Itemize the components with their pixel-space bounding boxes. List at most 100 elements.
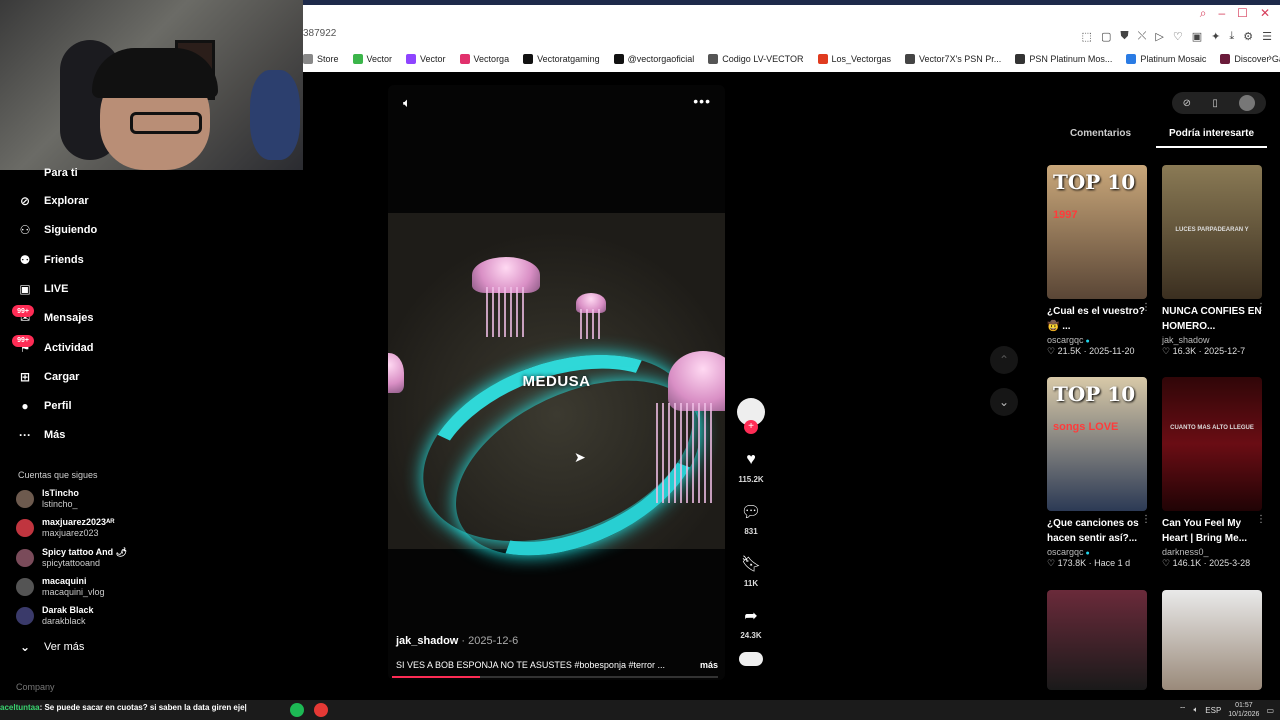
sidebar-item-explorar[interactable]: ⊘ Explorar [18,194,89,208]
bookmark-item[interactable]: Vectoratgaming [523,54,600,64]
notifications-icon[interactable]: ▭ [1266,706,1274,715]
like-button[interactable]: ♥ 115.2K [733,446,769,484]
translate-icon[interactable]: ⤬ [1138,30,1147,43]
video-author[interactable]: jak_shadow [396,635,458,647]
creator-avatar-button[interactable]: + [733,398,769,434]
minimize-icon[interactable]: – [1218,6,1225,21]
follow-plus-icon[interactable]: + [744,420,758,434]
recommended-video-card[interactable] [1047,590,1151,690]
company-link[interactable]: Company [16,682,55,692]
extension-icon[interactable]: ▢ [1101,30,1111,43]
video-description-line: SI VES A BOB ESPONJA NO TE ASUSTES #bobe… [396,660,718,670]
settings-icon[interactable]: ⚙ [1243,30,1253,43]
menu-icon[interactable]: ☰ [1262,30,1272,43]
following-account[interactable]: macaquini macaquini_vlog [16,576,105,598]
spotify-icon[interactable] [290,703,304,717]
chat-message: : Se puede sacar en cuotas? si saben la … [39,703,247,712]
sidebar-item-mensajes[interactable]: ✉ 99+ Mensajes [12,305,94,325]
close-icon[interactable]: ✕ [1260,6,1270,21]
video-frame[interactable]: MEDUSA ➤ [388,213,725,591]
user-avatar[interactable] [1239,95,1256,111]
save-button[interactable]: 🔖︎ 11K [733,550,769,588]
bookmark-item[interactable]: Platinum Mosaic [1126,54,1206,64]
bookmark-item[interactable]: Codigo LV-VECTOR [708,54,804,64]
bookmark-item[interactable]: Vector7X's PSN Pr... [905,54,1001,64]
sidebar-item-perfil[interactable]: ● Perfil [18,399,71,413]
language-indicator[interactable]: ESP [1205,706,1221,715]
sidebar-item-label: Cargar [44,370,80,383]
sidebar-item-cargar[interactable]: ⊞ Cargar [18,370,80,384]
puzzle-icon[interactable]: ✦ [1211,30,1220,43]
bookmark-favicon-icon [303,54,313,64]
account-name: Darak Black [42,605,94,616]
more-options-icon[interactable]: ⋮ [1256,302,1266,313]
tab-comments[interactable]: Comentarios [1045,128,1156,148]
compass-icon[interactable]: ⊘ [1183,98,1191,109]
recommended-video-card[interactable]: CUANTO MAS ALTO LLEGUE Can You Feel My He… [1162,377,1266,569]
recommended-video-card[interactable]: TOP 10 songs LOVE ¿Que canciones os hacen … [1047,377,1151,569]
device-icon[interactable]: ▯ [1212,98,1218,109]
see-more-button[interactable]: ⌄ Ver más [18,640,84,654]
volume-icon[interactable]: 🔈︎ [1193,705,1198,715]
play-icon[interactable]: ▷ [1155,30,1163,43]
bookmark-item[interactable]: Vectorga [459,54,509,64]
tab-recommended[interactable]: Podría interesarte [1156,128,1267,148]
heart-icon: ♥ [746,451,756,468]
more-link[interactable]: más [700,660,718,670]
following-account[interactable]: Spicy tattoo And 🌶 spicytattooand [16,547,127,569]
next-video-button[interactable]: ⌄ [990,388,1018,416]
favorite-icon[interactable]: ♡ [1173,30,1183,43]
volume-icon[interactable]: 🔈︎ [403,95,411,111]
sidebar-item-for-you[interactable]: Para ti [18,166,78,180]
address-bar[interactable]: 387922 [303,28,336,46]
bookmark-item[interactable]: Vector [406,54,446,64]
more-options-icon[interactable]: ⋮ [1141,302,1151,313]
app-icon[interactable] [314,703,328,717]
sidebar-item-label: Mensajes [44,312,94,325]
sidebar-item-live[interactable]: ▣ LIVE [18,282,68,296]
clock[interactable]: 01:57 10/1/2026 [1228,701,1259,719]
video-progress[interactable] [392,676,718,678]
more-options-icon[interactable]: ⋮ [1141,514,1151,525]
verified-icon: ● [1083,550,1090,557]
recommended-meta: ♡ 16.3K · 2025-12-7 [1162,346,1266,357]
recommended-author[interactable]: oscargqc [1047,335,1084,345]
sidebar-item-siguiendo[interactable]: ⚇ Siguiendo [18,223,98,237]
previous-video-button[interactable]: ⌃ [990,346,1018,374]
maximize-icon[interactable]: ☐ [1237,6,1248,21]
bookmark-item[interactable]: Store [303,54,339,64]
sound-disc-button[interactable] [733,652,769,666]
sidebar-item-friends[interactable]: ⚉ Friends [18,253,84,267]
recommended-author[interactable]: oscargqc [1047,547,1084,557]
shield-icon[interactable]: ⛊ [1120,30,1128,43]
recommended-video-card[interactable]: TOP 10 1997 ¿Cual es el vuestro? 🤠 ... osca… [1047,165,1151,357]
recommended-video-card[interactable] [1162,590,1266,690]
avatar [16,519,34,538]
share-button[interactable]: ➦ 24.3K [733,602,769,640]
wifi-icon[interactable]: ⌔ [1179,705,1187,715]
chevron-right-icon[interactable]: › [1268,52,1272,64]
bookmark-item[interactable]: @vectorgaoficial [613,54,694,64]
bookmark-item[interactable]: Los_Vectorgas [817,54,891,64]
following-account[interactable]: lsTincho lstincho_ [16,488,79,510]
video-player[interactable]: 🔈︎ ••• MEDUSA ➤ jak_shadow · 2025-12-6 S… [388,85,725,680]
search-icon[interactable]: ⌕ [1200,6,1207,21]
more-options-icon[interactable]: ••• [693,93,711,109]
live-icon: ▣ [19,281,31,296]
following-account[interactable]: maxjuarez2023ᴬᴿ maxjuarez023 [16,517,115,539]
recommended-author[interactable]: jak_shadow [1162,335,1210,345]
sidebar-item-ms[interactable]: ··· Más [18,428,65,442]
sidebar-item-actividad[interactable]: ⚑ 99+ Actividad [12,334,94,355]
more-options-icon[interactable]: ⋮ [1256,514,1266,525]
download-icon[interactable]: ⤓ [1229,30,1234,43]
comment-button[interactable]: 💬︎ 831 [733,498,769,536]
collections-icon[interactable]: ▣ [1192,30,1202,43]
extension-icon[interactable]: ⬚ [1082,30,1092,43]
recommended-video-card[interactable]: LUCES PARPADEARAN Y NUNCA CONFIES EN HOME… [1162,165,1266,357]
recommended-title: NUNCA CONFIES EN HOMERO... [1162,306,1262,332]
recommended-author[interactable]: darkness0_ [1162,547,1209,557]
bookmark-item[interactable]: PSN Platinum Mos... [1015,54,1112,64]
bookmark-item[interactable]: Vector [352,54,392,64]
following-account[interactable]: Darak Black darakblack [16,605,94,627]
notification-badge: 99+ [12,305,34,318]
